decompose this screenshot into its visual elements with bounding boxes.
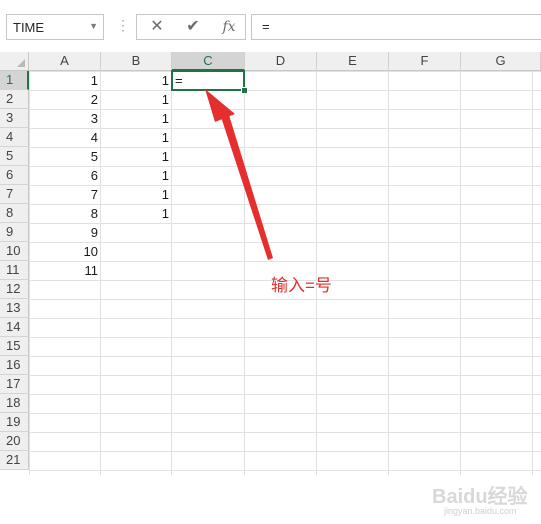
name-box[interactable]: TIME ▼ bbox=[6, 14, 104, 40]
insert-function-icon[interactable]: fx bbox=[217, 17, 241, 37]
name-box-value: TIME bbox=[13, 20, 45, 35]
drag-handle-icon[interactable]: ⋮ bbox=[116, 16, 130, 34]
annotation-arrow bbox=[205, 89, 273, 260]
chevron-down-icon[interactable]: ▼ bbox=[89, 21, 98, 31]
annotation-label: 输入=号 bbox=[271, 276, 332, 295]
baidu-watermark: Baidu经验 jingyan.baidu.com bbox=[418, 472, 538, 524]
formula-input[interactable]: = bbox=[251, 14, 541, 40]
cancel-icon[interactable]: ✕ bbox=[145, 17, 169, 37]
spreadsheet-grid[interactable]: A B C D E F G 1 2 3 4 5 6 7 8 9 10 11 12… bbox=[0, 52, 541, 516]
enter-icon[interactable]: ✔ bbox=[181, 17, 205, 37]
formula-content: = bbox=[262, 19, 270, 34]
watermark-sub: jingyan.baidu.com bbox=[444, 506, 517, 516]
formula-bar-area: TIME ▼ ⋮ ✕ ✔ fx = bbox=[0, 0, 541, 52]
watermark-text: Baidu经验 bbox=[432, 486, 528, 508]
formula-buttons: ✕ ✔ fx bbox=[136, 14, 246, 40]
